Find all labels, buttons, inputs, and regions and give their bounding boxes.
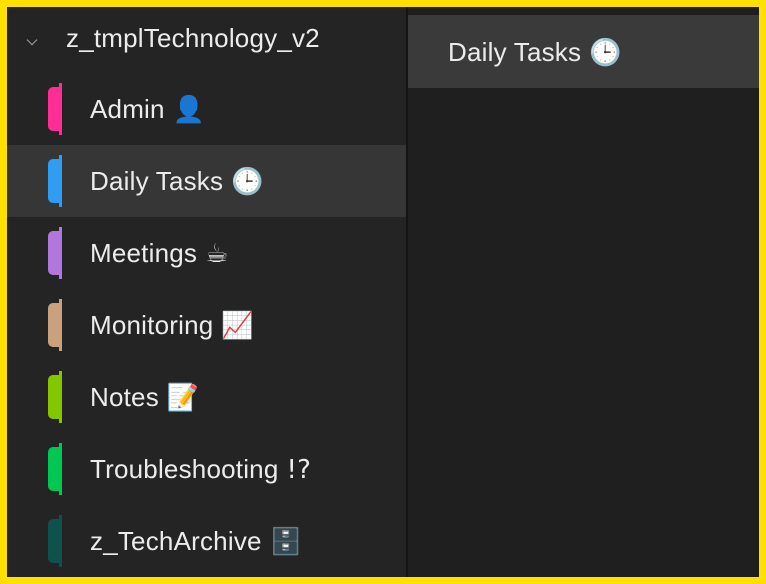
clock-icon: 🕒: [589, 38, 622, 68]
section-color-tab: [48, 515, 62, 567]
section-label: Notes 📝: [90, 382, 200, 413]
section-label-text: z_TechArchive: [90, 526, 262, 556]
exclamation-question-icon: !?: [286, 455, 312, 485]
section-label-text: Monitoring: [90, 310, 214, 340]
memo-icon: 📝: [166, 383, 200, 413]
notebook-title: z_tmplTechnology_v2: [66, 23, 320, 53]
section-label: Meetings ☕: [90, 238, 229, 269]
section-label-text: Troubleshooting: [90, 454, 279, 484]
page-title-text: Daily Tasks: [448, 37, 582, 67]
section-label-text: Admin: [90, 94, 165, 124]
section-color-tab: [48, 299, 62, 351]
chart-up-icon: 📈: [221, 311, 254, 341]
section-color-tab: [48, 371, 62, 423]
section-color-tab: [48, 227, 62, 279]
file-cabinet-icon: 🗄️: [269, 527, 303, 557]
section-color-tab: [48, 443, 62, 495]
section-item-meetings[interactable]: Meetings ☕: [7, 217, 406, 289]
section-label: z_TechArchive 🗄️: [90, 526, 302, 557]
section-label: Admin 👤: [90, 94, 205, 125]
section-color-tab: [48, 155, 62, 207]
clock-icon: 🕒: [231, 167, 264, 197]
sections-sidebar: z_tmplTechnology_v2 Admin 👤 Daily Tasks 🕒 …: [7, 7, 406, 577]
section-label-text: Daily Tasks: [90, 166, 224, 196]
section-label-text: Meetings: [90, 238, 198, 268]
section-item-tech-archive[interactable]: z_TechArchive 🗄️: [7, 505, 406, 577]
pages-pane: Daily Tasks 🕒: [408, 7, 759, 577]
section-label: Monitoring 📈: [90, 310, 254, 341]
coffee-icon: ☕: [205, 239, 229, 269]
page-title: Daily Tasks 🕒: [448, 37, 622, 68]
section-item-notes[interactable]: Notes 📝: [7, 361, 406, 433]
section-label: Troubleshooting!?: [90, 454, 311, 485]
page-item-daily-tasks[interactable]: Daily Tasks 🕒: [408, 15, 759, 88]
section-item-troubleshooting[interactable]: Troubleshooting!?: [7, 433, 406, 505]
person-icon: 👤: [172, 95, 206, 125]
section-item-daily-tasks[interactable]: Daily Tasks 🕒: [7, 145, 406, 217]
section-color-tab: [48, 83, 62, 135]
section-label: Daily Tasks 🕒: [90, 166, 264, 197]
section-label-text: Notes: [90, 382, 159, 412]
section-item-monitoring[interactable]: Monitoring 📈: [7, 289, 406, 361]
chevron-down-icon[interactable]: [26, 34, 38, 46]
section-item-admin[interactable]: Admin 👤: [7, 73, 406, 145]
notebook-header[interactable]: z_tmplTechnology_v2: [7, 7, 406, 73]
app-window: z_tmplTechnology_v2 Admin 👤 Daily Tasks 🕒 …: [7, 7, 759, 577]
